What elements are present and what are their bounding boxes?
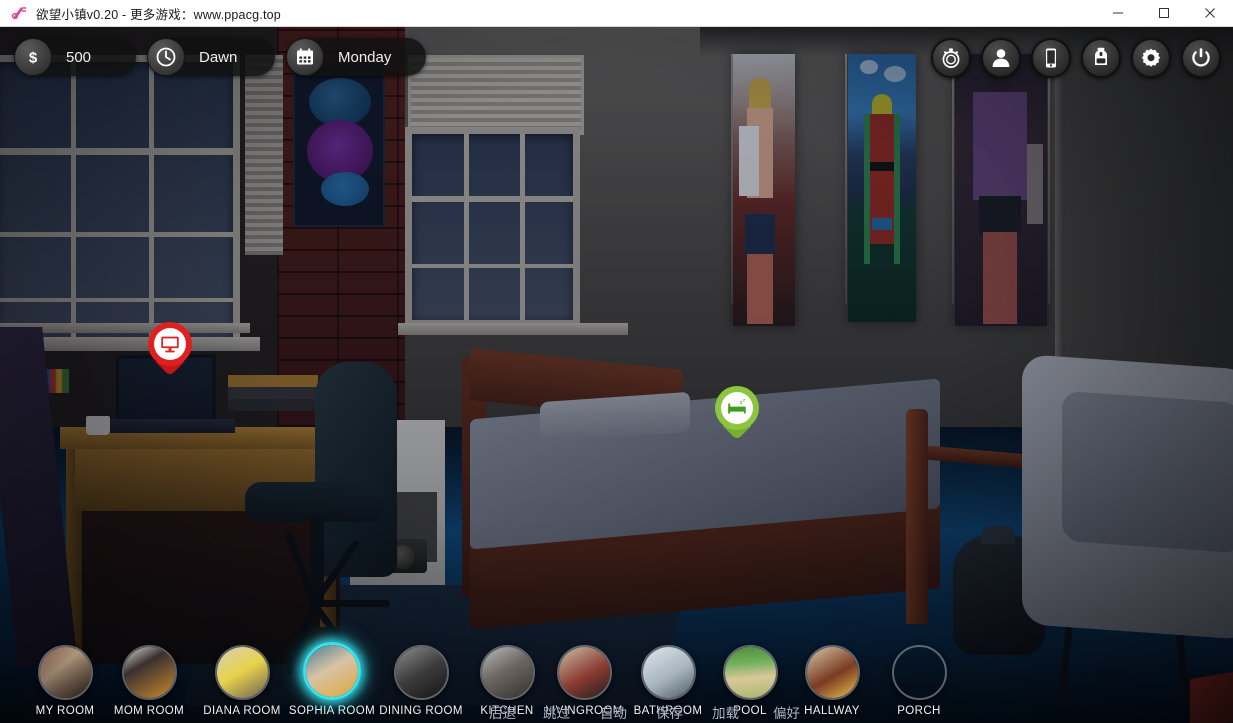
save-button[interactable]: 保存 — [656, 702, 683, 722]
svg-text:$: $ — [29, 50, 38, 67]
preferences-button[interactable]: 偏好 — [773, 702, 800, 722]
close-icon[interactable] — [1187, 0, 1233, 27]
game-scene[interactable]: $ 500 Dawn Monday z z MY ROOM MOM ROOM D… — [0, 27, 1233, 723]
window-title: 欲望小镇v0.20 - 更多游戏：www.ppacg.top — [36, 7, 281, 22]
minimize-icon[interactable] — [1095, 0, 1141, 27]
poster-bikini-beach — [848, 54, 916, 322]
game-logo-icon — [6, 0, 32, 27]
coffee-mug — [86, 416, 110, 435]
window-right — [405, 127, 580, 327]
window-blinds — [408, 55, 584, 135]
room-thumbnail — [214, 645, 270, 700]
time-value: Dawn — [199, 48, 238, 66]
office-chair-seat — [245, 482, 385, 522]
day-pill[interactable]: Monday — [286, 38, 426, 76]
bed-footboard-post — [906, 409, 928, 624]
power-icon[interactable] — [1181, 38, 1221, 78]
room-thumbnail — [393, 645, 449, 700]
quick-menu: 后退 跳过 自动 保存 加载 偏好 — [0, 702, 1233, 722]
room-thumbnail — [556, 645, 612, 700]
room-thumbnail — [804, 645, 860, 700]
poster-purple-jacket — [955, 54, 1047, 326]
back-button[interactable]: 后退 — [489, 702, 516, 722]
poster-towel-girl — [733, 54, 795, 326]
armchair-cushion — [1062, 390, 1233, 554]
room-thumbnail — [121, 645, 177, 700]
room-thumbnail — [303, 642, 361, 700]
clock-icon — [147, 38, 185, 76]
room-thumbnail — [640, 645, 696, 700]
backpack-icon[interactable] — [1081, 38, 1121, 78]
window-sill-right — [398, 323, 628, 335]
status-pills: $ 500 Dawn Monday — [14, 38, 426, 76]
room-thumbnail — [37, 645, 93, 700]
sleep-hotspot[interactable]: z z — [715, 386, 759, 441]
gear-icon[interactable] — [1131, 38, 1171, 78]
phone-icon[interactable] — [1031, 38, 1071, 78]
hud-button-bar — [931, 38, 1221, 78]
bed-icon: z z — [726, 397, 748, 419]
computer-icon — [159, 333, 181, 355]
computer-hotspot[interactable] — [148, 322, 192, 377]
money-value: 500 — [66, 48, 92, 66]
time-pill[interactable]: Dawn — [147, 38, 275, 76]
room-thumbnail — [891, 645, 947, 700]
window-left — [0, 55, 240, 345]
book-stack — [228, 375, 318, 411]
room-thumbnail — [722, 645, 778, 700]
window-titlebar: 欲望小镇v0.20 - 更多游戏：www.ppacg.top — [0, 0, 1233, 27]
abstract-poster — [293, 62, 385, 227]
person-icon[interactable] — [981, 38, 1021, 78]
load-button[interactable]: 加载 — [712, 702, 739, 722]
blinds-narrow — [245, 55, 283, 255]
calendar-icon — [286, 38, 324, 76]
laptop-keyboard — [105, 419, 235, 433]
window-controls — [1095, 0, 1233, 27]
money-pill[interactable]: $ 500 — [14, 38, 136, 76]
skip-button[interactable]: 跳过 — [543, 702, 570, 722]
dollar-icon: $ — [14, 38, 52, 76]
svg-text:z: z — [743, 398, 746, 403]
room-thumbnail — [479, 645, 535, 700]
stopwatch-icon[interactable] — [931, 38, 971, 78]
auto-button[interactable]: 自动 — [600, 702, 627, 722]
maximize-icon[interactable] — [1141, 0, 1187, 27]
day-value: Monday — [338, 48, 392, 66]
